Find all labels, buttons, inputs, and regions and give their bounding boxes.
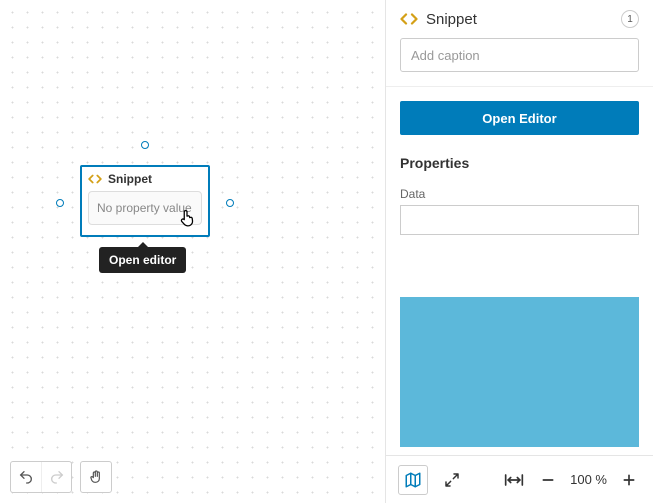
open-editor-tooltip: Open editor	[99, 247, 186, 273]
zoom-level: 100 %	[570, 472, 607, 487]
map-icon	[404, 471, 422, 489]
open-editor-button[interactable]: Open Editor	[400, 101, 639, 135]
fit-width-button[interactable]	[502, 468, 526, 492]
minus-icon	[540, 472, 556, 488]
open-editor-label: Open Editor	[482, 111, 556, 126]
zoom-out-button[interactable]	[536, 468, 560, 492]
fullscreen-button[interactable]	[440, 468, 464, 492]
snippet-node-title: Snippet	[108, 172, 152, 186]
code-icon	[400, 10, 418, 28]
caption-input[interactable]	[400, 38, 639, 72]
code-icon	[88, 172, 102, 186]
snippet-node-header: Snippet	[82, 167, 208, 191]
selection-handle-right[interactable]	[226, 199, 234, 207]
view-toolbar: 100 %	[385, 455, 653, 503]
undo-icon	[18, 469, 34, 485]
canvas-toolbar	[10, 461, 112, 493]
fit-width-icon	[504, 472, 524, 488]
snippet-node[interactable]: Snippet No property value	[80, 165, 210, 237]
properties-heading: Properties	[400, 155, 639, 171]
data-field-label: Data	[400, 187, 639, 201]
pan-tool-button[interactable]	[81, 462, 111, 492]
redo-icon	[49, 469, 65, 485]
selection-handle-left[interactable]	[56, 199, 64, 207]
preview-block	[400, 297, 639, 447]
canvas[interactable]: Snippet No property value Open editor	[0, 0, 385, 503]
inspector-panel: Snippet 1 Open Editor Properties Data	[385, 0, 653, 503]
selection-handle-top[interactable]	[141, 141, 149, 149]
expand-icon	[444, 472, 460, 488]
instance-count: 1	[627, 14, 633, 25]
snippet-node-property[interactable]: No property value	[88, 191, 202, 225]
snippet-node-property-placeholder: No property value	[97, 201, 192, 215]
instance-count-badge: 1	[621, 10, 639, 28]
data-field-input[interactable]	[400, 205, 639, 235]
panel-title: Snippet	[426, 11, 621, 28]
zoom-in-button[interactable]	[617, 468, 641, 492]
redo-button[interactable]	[41, 462, 71, 492]
minimap-button[interactable]	[398, 465, 428, 495]
panel-header: Snippet 1	[386, 0, 653, 38]
hand-icon	[88, 469, 104, 485]
plus-icon	[621, 472, 637, 488]
undo-button[interactable]	[11, 462, 41, 492]
tooltip-label: Open editor	[109, 253, 176, 267]
